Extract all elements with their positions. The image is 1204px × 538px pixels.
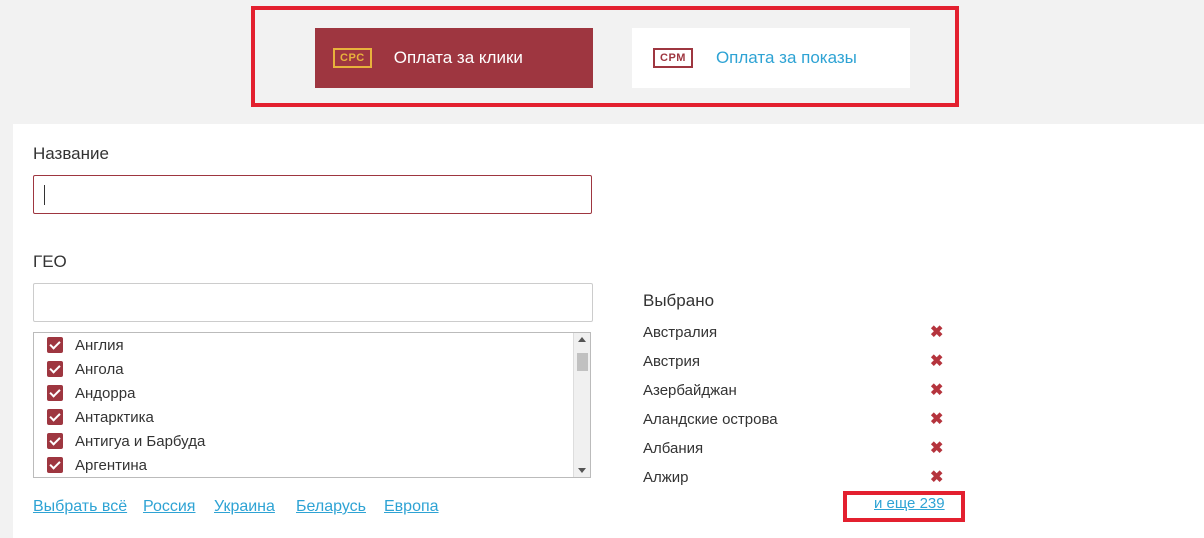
show-more-link[interactable]: и еще 239 xyxy=(874,495,945,512)
country-item[interactable]: Антигуа и Барбуда xyxy=(47,431,205,451)
cpc-badge: CPC xyxy=(333,48,372,68)
remove-icon[interactable]: ✖ xyxy=(930,470,943,486)
geo-search-input[interactable] xyxy=(33,283,593,322)
selected-item: Албания xyxy=(643,440,704,457)
checkbox-checked-icon[interactable] xyxy=(47,433,63,449)
list-scrollbar[interactable] xyxy=(573,333,590,477)
checkbox-checked-icon[interactable] xyxy=(47,337,63,353)
belarus-link[interactable]: Беларусь xyxy=(296,498,366,516)
country-name: Аргентина xyxy=(75,456,147,474)
country-name: Антарктика xyxy=(75,408,154,426)
scroll-thumb[interactable] xyxy=(577,353,588,371)
scroll-up-icon[interactable] xyxy=(578,337,586,342)
ukraine-link[interactable]: Украина xyxy=(214,498,275,516)
selected-title: Выбрано xyxy=(643,291,715,310)
cpc-payment-button[interactable]: CPC Оплата за клики xyxy=(315,28,593,88)
country-name: Андорра xyxy=(75,384,136,402)
country-item[interactable]: Англия xyxy=(47,335,124,355)
name-label: Название xyxy=(33,144,109,163)
selected-item: Австрия xyxy=(643,353,701,370)
country-item[interactable]: Андорра xyxy=(47,383,135,403)
cpc-label: Оплата за клики xyxy=(393,48,523,67)
selected-item: Аландские острова xyxy=(643,411,778,428)
country-item[interactable]: Антарктика xyxy=(47,407,154,427)
country-item[interactable]: Аргентина xyxy=(47,455,147,475)
country-name: Англия xyxy=(75,336,124,354)
selected-item: Азербайджан xyxy=(643,382,737,399)
remove-icon[interactable]: ✖ xyxy=(930,383,943,399)
remove-icon[interactable]: ✖ xyxy=(930,412,943,428)
scroll-down-icon[interactable] xyxy=(578,468,586,473)
remove-icon[interactable]: ✖ xyxy=(930,325,943,341)
name-input[interactable] xyxy=(33,175,592,214)
text-caret xyxy=(44,185,45,205)
select-all-link[interactable]: Выбрать всё xyxy=(33,498,127,516)
selected-item: Австралия xyxy=(643,324,718,341)
geo-label: ГЕО xyxy=(33,252,67,271)
selected-item: Алжир xyxy=(643,469,689,486)
remove-icon[interactable]: ✖ xyxy=(930,441,943,457)
checkbox-checked-icon[interactable] xyxy=(47,385,63,401)
country-name: Антигуа и Барбуда xyxy=(75,432,206,450)
country-list[interactable]: Англия Ангола Андорра Антарктика Антигуа… xyxy=(33,332,591,478)
cpm-badge: CPM xyxy=(653,48,693,68)
russia-link[interactable]: Россия xyxy=(143,498,195,516)
checkbox-checked-icon[interactable] xyxy=(47,409,63,425)
cpm-label: Оплата за показы xyxy=(715,48,857,67)
country-item[interactable]: Ангола xyxy=(47,359,124,379)
remove-icon[interactable]: ✖ xyxy=(930,354,943,370)
europe-link[interactable]: Европа xyxy=(384,498,439,516)
checkbox-checked-icon[interactable] xyxy=(47,457,63,473)
checkbox-checked-icon[interactable] xyxy=(47,361,63,377)
country-name: Ангола xyxy=(75,360,124,378)
cpm-payment-button[interactable]: CPM Оплата за показы xyxy=(632,28,910,88)
